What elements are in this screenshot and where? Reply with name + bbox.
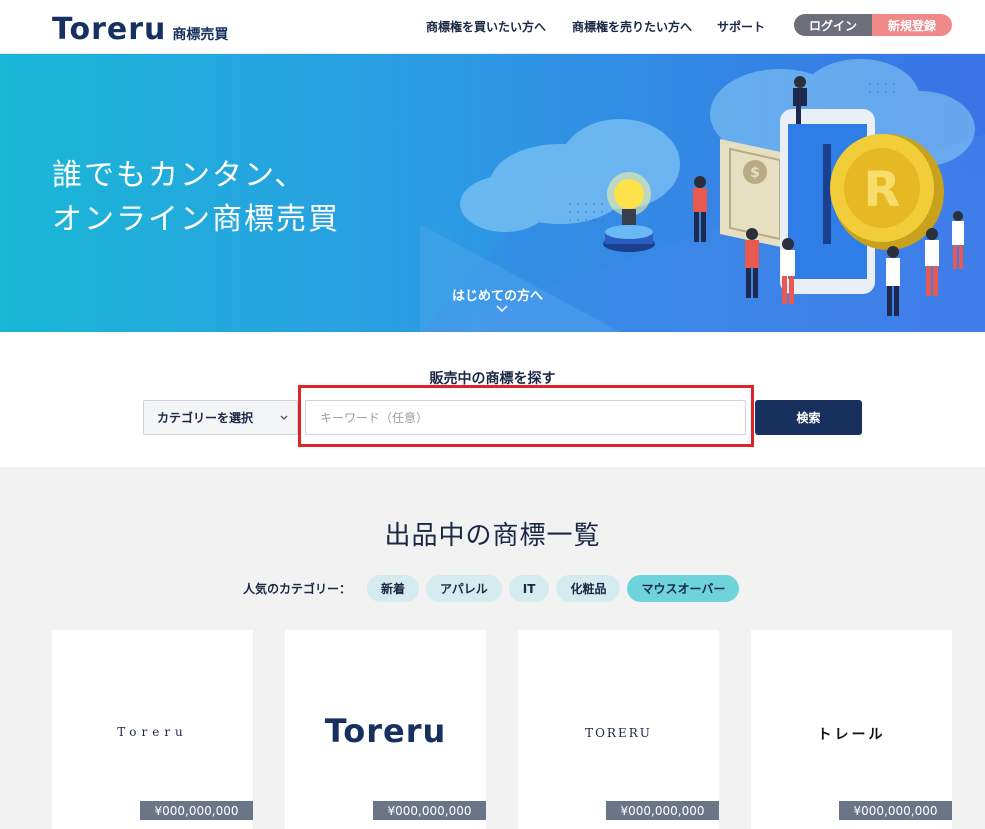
hero-headline-line1: 誰でもカンタン、: [52, 158, 307, 193]
auth-buttons: ログイン 新規登録: [794, 14, 952, 36]
category-chip-apparel[interactable]: アパレル: [426, 575, 502, 602]
price-tag: ¥000,000,000: [839, 801, 952, 820]
trademark-name: トレール: [817, 727, 886, 743]
hero-headline-line2: オンライン商標売買: [52, 202, 340, 237]
nav-buy-link[interactable]: 商標権を買いたい方へ: [426, 18, 546, 35]
listing-heading: 出品中の商標一覧: [384, 521, 601, 551]
search-heading: 販売中の商標を探す: [429, 371, 556, 387]
search-section: 販売中の商標を探す カテゴリーを選択 キーワード（任意） 検索: [0, 332, 985, 467]
chevron-down-icon: [280, 415, 288, 420]
trademark-card[interactable]: Toreru ¥000,000,000: [285, 630, 486, 829]
signup-button[interactable]: 新規登録: [872, 14, 952, 36]
category-chip-new[interactable]: 新着: [367, 575, 420, 602]
svg-text:R: R: [864, 162, 901, 218]
category-chip-mouseover[interactable]: マウスオーバー: [627, 575, 740, 602]
hero-banner: $ R 誰でもカンタン、 オンライン商標売買 はじめての方へ: [0, 54, 985, 332]
logo-subtitle: 商標売買: [172, 27, 229, 43]
category-select[interactable]: カテゴリーを選択: [143, 400, 298, 435]
site-logo[interactable]: Toreru 商標売買: [52, 12, 228, 47]
keyword-placeholder: キーワード（任意）: [320, 411, 429, 425]
price-tag: ¥000,000,000: [373, 801, 486, 820]
hero-headline: 誰でもカンタン、 オンライン商標売買: [52, 154, 340, 242]
popular-categories: 人気のカテゴリー： 新着 アパレル IT 化粧品 マウスオーバー: [243, 575, 746, 602]
nav-support-link[interactable]: サポート: [717, 18, 765, 35]
login-button[interactable]: ログイン: [794, 14, 872, 36]
trademark-name: Toreru: [324, 712, 447, 750]
trademark-card[interactable]: TORERU ¥000,000,000: [518, 630, 719, 829]
search-button[interactable]: 検索: [755, 400, 862, 435]
trademark-name: TORERU: [585, 726, 652, 740]
category-select-label: カテゴリーを選択: [157, 411, 254, 425]
popular-categories-label: 人気のカテゴリー：: [243, 582, 352, 596]
trademark-name: Toreru: [117, 725, 188, 739]
price-tag: ¥000,000,000: [606, 801, 719, 820]
trademark-card[interactable]: トレール ¥000,000,000: [751, 630, 952, 829]
first-time-link[interactable]: はじめての方へ: [452, 285, 543, 304]
trademark-card[interactable]: Toreru ¥000,000,000: [52, 630, 253, 829]
nav-sell-link[interactable]: 商標権を売りたい方へ: [572, 18, 692, 35]
chevron-down-icon[interactable]: [495, 304, 509, 314]
category-chip-cosmetics[interactable]: 化粧品: [556, 575, 621, 602]
price-tag: ¥000,000,000: [140, 801, 253, 820]
keyword-input[interactable]: キーワード（任意）: [305, 400, 746, 435]
site-header: Toreru 商標売買 商標権を買いたい方へ 商標権を売りたい方へ サポート ロ…: [0, 0, 985, 54]
logo-wordmark: Toreru: [52, 12, 167, 47]
svg-text:$: $: [750, 165, 760, 181]
listing-section: 出品中の商標一覧 人気のカテゴリー： 新着 アパレル IT 化粧品 マウスオーバ…: [0, 467, 985, 829]
category-chip-it[interactable]: IT: [508, 575, 550, 602]
